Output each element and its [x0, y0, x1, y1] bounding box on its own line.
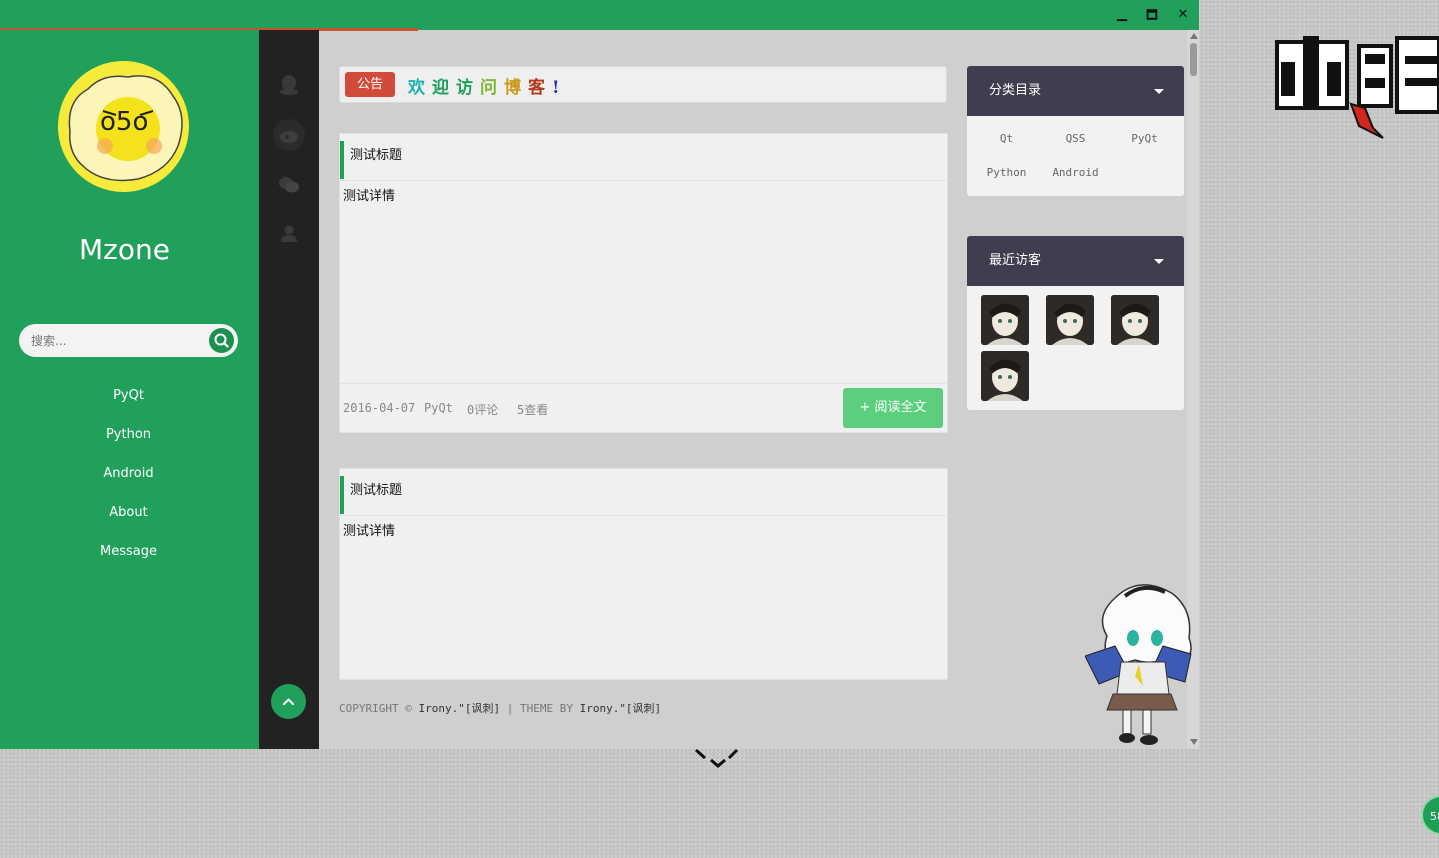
- app-window: ▁ 🗖 ✕ o5o Mzone 搜索... PyQt Python Androi…: [0, 0, 1199, 749]
- post-card: 测试标题 测试详情 2016-04-07 PyQt 0评论 5查看 + 阅读全文: [339, 133, 948, 433]
- caret-down-icon[interactable]: [1154, 259, 1164, 264]
- chevron-up-icon: [283, 698, 294, 705]
- search-button[interactable]: [209, 328, 234, 353]
- scrollbar-thumb[interactable]: [1190, 43, 1197, 76]
- notice-char: 问: [480, 78, 504, 98]
- post-divider: [340, 515, 947, 516]
- decoration-chevron-icon: [695, 748, 739, 768]
- category-item-pyqt[interactable]: PyQt: [1110, 128, 1179, 162]
- close-button[interactable]: ✕: [1174, 6, 1192, 24]
- sidebar-item-android[interactable]: Android: [0, 465, 257, 504]
- sidebar-item-pyqt[interactable]: PyQt: [0, 387, 257, 426]
- post-description: 测试详情: [343, 524, 396, 539]
- notice-tag: 公告: [345, 72, 395, 97]
- logo-decoration: [1273, 34, 1439, 139]
- visitor-avatar[interactable]: [981, 295, 1029, 345]
- notice-char: 客: [528, 78, 552, 98]
- visitors-panel: 最近访客: [967, 236, 1184, 410]
- visitors-panel-header[interactable]: 最近访客: [967, 236, 1184, 286]
- notice-char: !: [552, 78, 567, 98]
- footer-theme-label: | THEME BY: [500, 702, 580, 715]
- post-title[interactable]: 测试标题: [340, 476, 402, 514]
- notice-message: 欢迎访问博客!: [408, 73, 566, 98]
- wechat-icon[interactable]: [276, 172, 302, 198]
- search-icon: [214, 333, 229, 348]
- category-panel: 分类目录 Qt QSS PyQt Python Android: [967, 66, 1184, 196]
- page-footer: COPYRIGHT © Irony."[讽刺] | THEME BY Irony…: [339, 700, 661, 716]
- category-item-qss[interactable]: QSS: [1041, 128, 1110, 162]
- sidebar-nav: PyQt Python Android About Message: [0, 387, 257, 582]
- category-panel-header[interactable]: 分类目录: [967, 66, 1184, 116]
- visitor-avatar[interactable]: [981, 351, 1029, 401]
- minimize-button[interactable]: ▁: [1113, 6, 1131, 24]
- scroll-up-arrow-icon[interactable]: [1190, 33, 1198, 39]
- post-comments[interactable]: 0评论: [467, 401, 498, 418]
- post-footer-divider: [340, 383, 947, 384]
- footer-author-link[interactable]: Irony."[讽刺]: [418, 702, 500, 715]
- read-more-button[interactable]: + 阅读全文: [843, 388, 943, 428]
- visitor-list: [967, 286, 1184, 410]
- post-divider: [340, 180, 947, 181]
- back-to-top-button[interactable]: [271, 684, 306, 719]
- maximize-button[interactable]: 🗖: [1143, 6, 1161, 24]
- footer-copyright: COPYRIGHT ©: [339, 702, 419, 715]
- avatar[interactable]: o5o: [58, 61, 189, 192]
- post-card: 测试标题 测试详情: [339, 468, 948, 680]
- social-icon-bar: [259, 30, 319, 749]
- weibo-icon[interactable]: [273, 119, 305, 151]
- category-panel-title: 分类目录: [989, 83, 1042, 98]
- notice-bar: 公告 欢迎访问博客!: [339, 66, 947, 103]
- avatar-text: o5o: [100, 107, 149, 137]
- user-icon[interactable]: [276, 220, 302, 246]
- site-title[interactable]: Mzone: [0, 233, 249, 266]
- post-description: 测试详情: [343, 189, 396, 204]
- footer-theme-link[interactable]: Irony."[讽刺]: [580, 702, 662, 715]
- category-item-android[interactable]: Android: [1041, 162, 1110, 196]
- sidebar-item-about[interactable]: About: [0, 504, 257, 543]
- caret-down-icon[interactable]: [1154, 89, 1164, 94]
- notice-char: 欢: [408, 78, 432, 98]
- post-views: 5查看: [517, 403, 549, 417]
- qq-icon[interactable]: [276, 72, 302, 98]
- mascot-illustration: [1085, 584, 1192, 745]
- notice-char: 访: [456, 78, 480, 98]
- post-category[interactable]: PyQt: [424, 401, 453, 415]
- category-item-python[interactable]: Python: [972, 162, 1041, 196]
- visitor-avatar[interactable]: [1111, 295, 1159, 345]
- notice-char: 迎: [432, 78, 456, 98]
- category-item-qt[interactable]: Qt: [972, 128, 1041, 162]
- notification-badge[interactable]: 58: [1421, 795, 1439, 835]
- search-box: [19, 324, 238, 357]
- visitor-avatar[interactable]: [1046, 295, 1094, 345]
- post-date: 2016-04-07: [343, 401, 416, 415]
- sidebar-item-message[interactable]: Message: [0, 543, 257, 582]
- visitors-panel-title: 最近访客: [989, 253, 1042, 268]
- sidebar: o5o Mzone PyQt Python Android About Mess…: [0, 30, 259, 749]
- title-bar[interactable]: ▁ 🗖 ✕: [0, 0, 1199, 31]
- search-input[interactable]: [29, 330, 203, 352]
- sidebar-item-python[interactable]: Python: [0, 426, 257, 465]
- notice-char: 博: [504, 78, 528, 98]
- post-title[interactable]: 测试标题: [340, 141, 402, 179]
- category-list: Qt QSS PyQt Python Android: [967, 116, 1184, 196]
